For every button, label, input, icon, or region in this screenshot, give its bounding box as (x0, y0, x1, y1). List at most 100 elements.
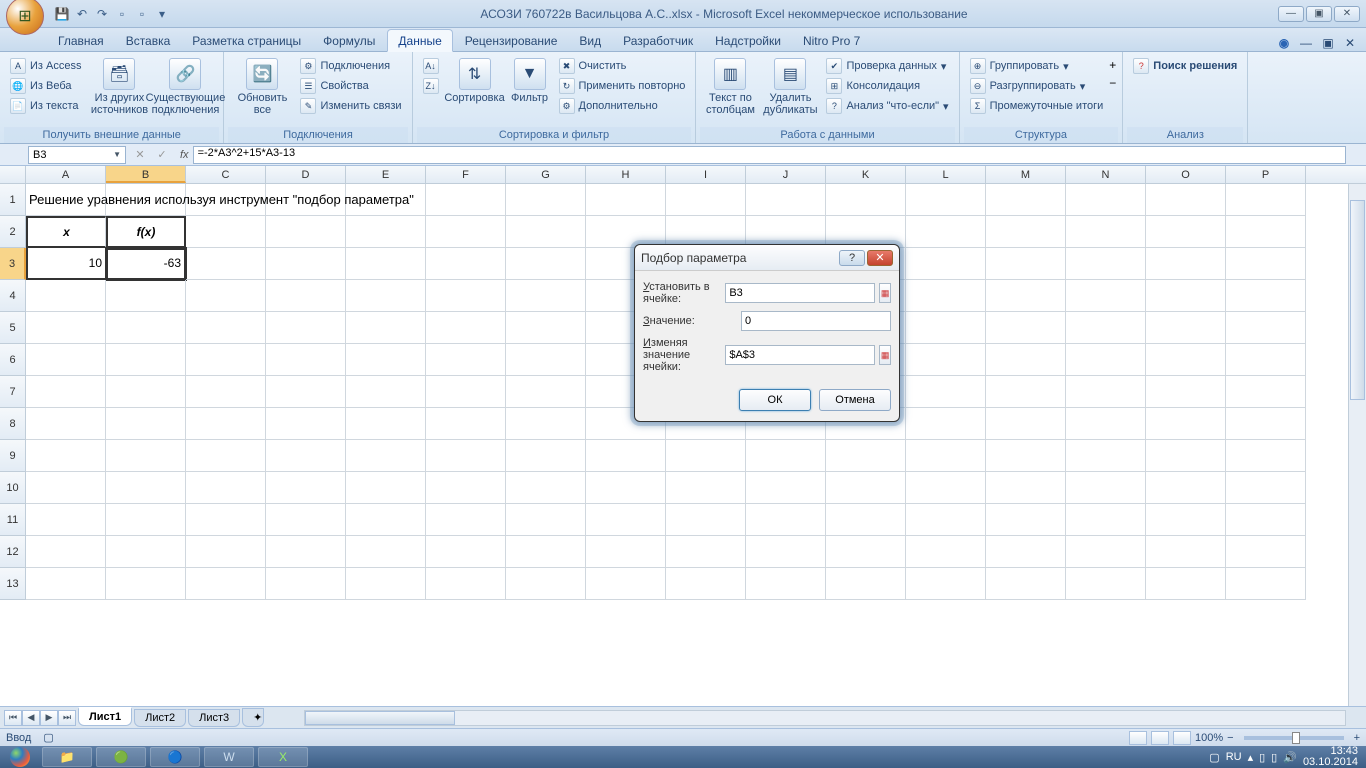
cell[interactable] (906, 440, 986, 472)
cell[interactable] (266, 280, 346, 312)
cell[interactable] (1146, 216, 1226, 248)
cell[interactable] (586, 184, 666, 216)
cell[interactable] (986, 408, 1066, 440)
macro-record-icon[interactable]: ▢ (43, 731, 53, 744)
office-button[interactable]: ⊞ (6, 0, 44, 35)
cell[interactable] (106, 344, 186, 376)
advanced-filter-button[interactable]: ⚙Дополнительно (555, 96, 690, 116)
col-header[interactable]: G (506, 166, 586, 183)
cell[interactable] (506, 568, 586, 600)
cell[interactable] (986, 376, 1066, 408)
consolidate-button[interactable]: ⊞Консолидация (822, 76, 952, 96)
cell[interactable] (346, 504, 426, 536)
cell[interactable] (186, 408, 266, 440)
tab-home[interactable]: Главная (48, 30, 114, 51)
col-header[interactable]: M (986, 166, 1066, 183)
cell[interactable] (986, 472, 1066, 504)
cell[interactable] (266, 504, 346, 536)
view-normal-button[interactable] (1129, 731, 1147, 745)
ok-button[interactable]: ОК (739, 389, 811, 411)
qat-icon[interactable]: ▫ (114, 6, 130, 22)
minimize-ribbon-icon[interactable]: — (1298, 35, 1314, 51)
cell[interactable] (746, 536, 826, 568)
cell[interactable] (906, 536, 986, 568)
cancel-button[interactable]: Отмена (819, 389, 891, 411)
cell[interactable] (106, 376, 186, 408)
cell[interactable] (986, 248, 1066, 280)
col-header[interactable]: B (106, 166, 186, 183)
col-header[interactable]: C (186, 166, 266, 183)
cell[interactable] (1146, 184, 1226, 216)
set-cell-input[interactable] (725, 283, 875, 303)
cell[interactable] (826, 504, 906, 536)
cell[interactable] (506, 440, 586, 472)
formula-input[interactable]: =-2*A3^2+15*A3-13 (193, 146, 1346, 164)
cell[interactable] (1146, 504, 1226, 536)
cell[interactable] (106, 440, 186, 472)
cell[interactable] (266, 536, 346, 568)
cell[interactable] (186, 504, 266, 536)
cell[interactable] (346, 216, 426, 248)
cell[interactable] (586, 504, 666, 536)
tab-addins[interactable]: Надстройки (705, 30, 791, 51)
cell[interactable] (266, 440, 346, 472)
cell[interactable] (1226, 376, 1306, 408)
cell[interactable] (1146, 472, 1226, 504)
cell[interactable] (1146, 248, 1226, 280)
cell[interactable] (746, 440, 826, 472)
cell[interactable] (1066, 216, 1146, 248)
cell[interactable] (266, 216, 346, 248)
edit-links-button[interactable]: ✎Изменить связи (296, 96, 405, 116)
cell[interactable] (1066, 408, 1146, 440)
cell[interactable] (266, 344, 346, 376)
cell[interactable] (186, 248, 266, 280)
cell[interactable] (986, 568, 1066, 600)
cell[interactable] (506, 472, 586, 504)
cell[interactable] (26, 536, 106, 568)
row-header[interactable]: 5 (0, 312, 26, 344)
cell[interactable] (346, 472, 426, 504)
sheet-tab[interactable]: Лист3 (188, 709, 240, 727)
cell[interactable] (266, 376, 346, 408)
cell[interactable] (1226, 440, 1306, 472)
row-header[interactable]: 8 (0, 408, 26, 440)
show-detail-icon[interactable]: + (1109, 58, 1116, 72)
cell[interactable] (106, 536, 186, 568)
cell[interactable] (506, 216, 586, 248)
cell[interactable] (426, 568, 506, 600)
tab-nitro[interactable]: Nitro Pro 7 (793, 30, 870, 51)
cell[interactable] (426, 312, 506, 344)
sheet-nav-prev[interactable]: ◀ (22, 710, 40, 726)
subtotal-button[interactable]: ΣПромежуточные итоги (966, 96, 1108, 116)
view-page-break-button[interactable] (1173, 731, 1191, 745)
cell[interactable] (426, 216, 506, 248)
cell[interactable] (906, 184, 986, 216)
col-header[interactable]: A (26, 166, 106, 183)
select-all-corner[interactable] (0, 166, 26, 183)
minimize-button[interactable]: — (1278, 6, 1304, 22)
row-header[interactable]: 6 (0, 344, 26, 376)
cell[interactable] (106, 472, 186, 504)
cell[interactable] (1146, 344, 1226, 376)
cell[interactable] (1066, 568, 1146, 600)
remove-duplicates-button[interactable]: ▤Удалить дубликаты (760, 56, 820, 118)
cell-b2[interactable]: f(x) (106, 216, 186, 248)
from-other-sources-button[interactable]: 🗃Из других источников (87, 56, 151, 118)
existing-connections-button[interactable]: 🔗Существующие подключения (153, 56, 217, 118)
cell[interactable] (1066, 376, 1146, 408)
tray-flag-icon[interactable]: ▯ (1259, 751, 1265, 764)
cell[interactable] (186, 568, 266, 600)
cell-a3[interactable]: 10 (26, 248, 106, 280)
cell[interactable] (986, 536, 1066, 568)
ungroup-button[interactable]: ⊖Разгруппировать ▾ (966, 76, 1108, 96)
zoom-out-button[interactable]: − (1227, 732, 1233, 744)
tab-review[interactable]: Рецензирование (455, 30, 568, 51)
cell[interactable] (666, 184, 746, 216)
cancel-formula-icon[interactable]: ✕ (130, 146, 150, 164)
col-header[interactable]: E (346, 166, 426, 183)
cell[interactable] (586, 536, 666, 568)
filter-button[interactable]: ▼Фильтр (507, 56, 553, 106)
cell[interactable] (106, 312, 186, 344)
tab-insert[interactable]: Вставка (116, 30, 181, 51)
cell[interactable] (666, 504, 746, 536)
